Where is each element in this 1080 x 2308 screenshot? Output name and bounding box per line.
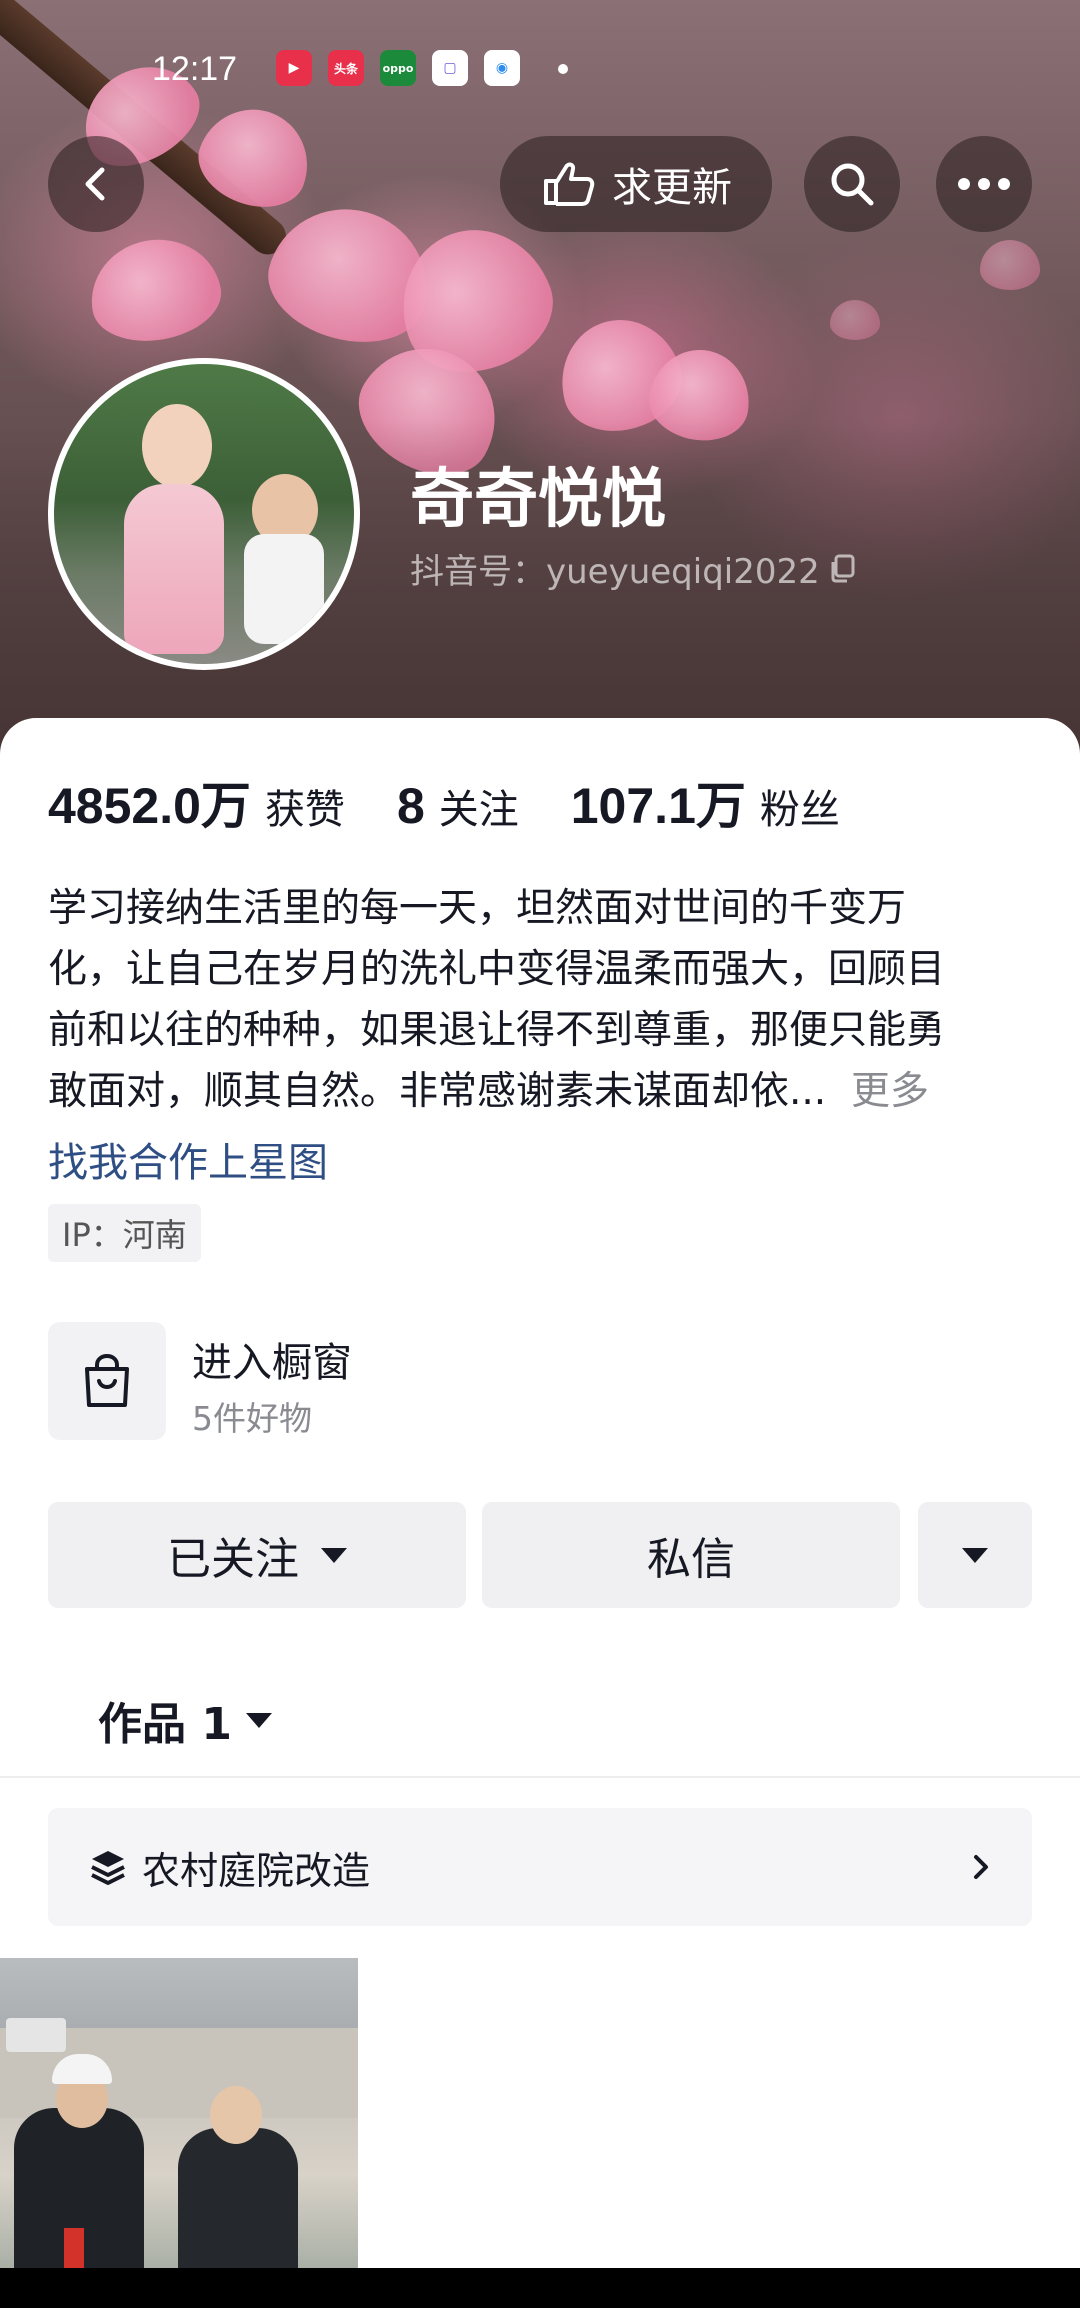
blossom-petal: [980, 240, 1040, 290]
bio-line: 前和以往的种种，如果退让得不到尊重，那便只能勇: [48, 1008, 946, 1053]
blossom-petal: [82, 229, 228, 351]
douyin-id[interactable]: 抖音号：yueyueqiqi2022: [410, 544, 856, 593]
status-bar: 12:17 ▶ 头条 oppo ▢ ◉: [0, 40, 1080, 96]
bio-line-text: 敢面对，顺其自然。非常感谢素未谋面却依...: [48, 1069, 827, 1114]
blossom-petal: [830, 300, 880, 340]
starmap-link[interactable]: 找我合作上星图: [48, 1130, 328, 1188]
thumbnail-person-head: [210, 2086, 262, 2144]
works-tab-label: 作品 1: [98, 1699, 232, 1750]
chat-app-icon: ▢: [432, 50, 468, 86]
more-actions-button[interactable]: [918, 1502, 1032, 1608]
profile-avatar[interactable]: [48, 358, 360, 670]
profile-stats: 4852.0万 获赞 8 关注 107.1万 粉丝: [48, 766, 892, 838]
caret-down-icon: [962, 1547, 988, 1563]
more-dots-icon: [958, 178, 1010, 190]
avatar-girl: [124, 484, 224, 654]
message-button[interactable]: 私信: [482, 1502, 900, 1608]
followed-label: 已关注: [167, 1534, 299, 1585]
profile-nickname: 奇奇悦悦: [410, 463, 666, 537]
chevron-right-icon: [974, 1855, 988, 1879]
bio-line: 化，让自己在岁月的洗礼中变得温柔而强大，回顾目: [48, 947, 946, 992]
profile-screen: 12:17 ▶ 头条 oppo ▢ ◉ 求更新 奇奇悦悦 抖音号：yueyueq…: [0, 0, 1080, 2268]
bio-line: 敢面对，顺其自然。非常感谢素未谋面却依... 更多: [48, 1061, 1028, 1122]
layers-icon: [91, 1851, 125, 1885]
followed-button[interactable]: 已关注: [48, 1502, 466, 1608]
shop-window-count: 5件好物: [192, 1399, 312, 1438]
request-update-label: 求更新: [612, 165, 732, 211]
message-label: 私信: [647, 1534, 735, 1585]
douyin-id-text: 抖音号：yueyueqiqi2022: [410, 552, 820, 592]
avatar-boy: [244, 534, 324, 644]
request-update-button[interactable]: 求更新: [500, 136, 772, 232]
followers-label[interactable]: 粉丝: [760, 777, 840, 835]
more-button[interactable]: [936, 136, 1032, 232]
tab-works[interactable]: 作品 1: [98, 1688, 272, 1752]
followers-count[interactable]: 107.1万: [571, 766, 746, 838]
bio-line: 学习接纳生活里的每一天，坦然面对世间的千变万: [48, 886, 907, 931]
caret-down-icon: [321, 1547, 347, 1563]
bio-more-link[interactable]: 更多: [851, 1069, 929, 1114]
notification-dot: [558, 64, 568, 74]
copy-icon[interactable]: [828, 554, 856, 584]
likes-label: 获赞: [264, 787, 345, 833]
video-thumbnail[interactable]: [0, 1958, 358, 2268]
profile-bio[interactable]: 学习接纳生活里的每一天，坦然面对世间的千变万 化，让自己在岁月的洗礼中变得温柔而…: [48, 878, 1028, 1122]
following-label[interactable]: 关注: [439, 777, 519, 835]
profile-content-card: 4852.0万 获赞 8 关注 107.1万 粉丝 学习接纳生活里的每一天，坦然…: [0, 718, 1080, 2268]
collection-row[interactable]: 农村庭院改造: [48, 1808, 1032, 1926]
thumbnail-can: [64, 2228, 84, 2268]
ip-location-tag: IP：河南: [48, 1204, 201, 1262]
following-count[interactable]: 8: [397, 777, 425, 835]
shop-window-title[interactable]: 进入橱窗: [192, 1330, 352, 1388]
collection-label: 农村庭院改造: [142, 1848, 371, 1893]
avatar-girl-head: [142, 404, 212, 488]
toutiao-app-icon: 头条: [328, 50, 364, 86]
chevron-left-icon: [85, 167, 105, 201]
video-app-icon: ▶: [276, 50, 312, 86]
oppo-app-icon: oppo: [380, 50, 416, 86]
tab-divider: [0, 1776, 1080, 1778]
shop-window-button[interactable]: [48, 1322, 166, 1440]
search-icon: [831, 163, 874, 206]
search-button[interactable]: [804, 136, 900, 232]
back-button[interactable]: [48, 136, 144, 232]
thumbnail-ac-unit: [6, 2018, 66, 2052]
status-time: 12:17: [152, 50, 238, 88]
browser-app-icon: ◉: [484, 50, 520, 86]
thumbnail-person: [178, 2128, 298, 2268]
pointing-hand-icon: [544, 162, 595, 206]
likes-count: 4852.0万: [48, 778, 251, 834]
caret-down-icon: [245, 1712, 272, 1728]
bottom-black-bar: [0, 2268, 1080, 2308]
shopping-bag-icon: [85, 1354, 129, 1407]
